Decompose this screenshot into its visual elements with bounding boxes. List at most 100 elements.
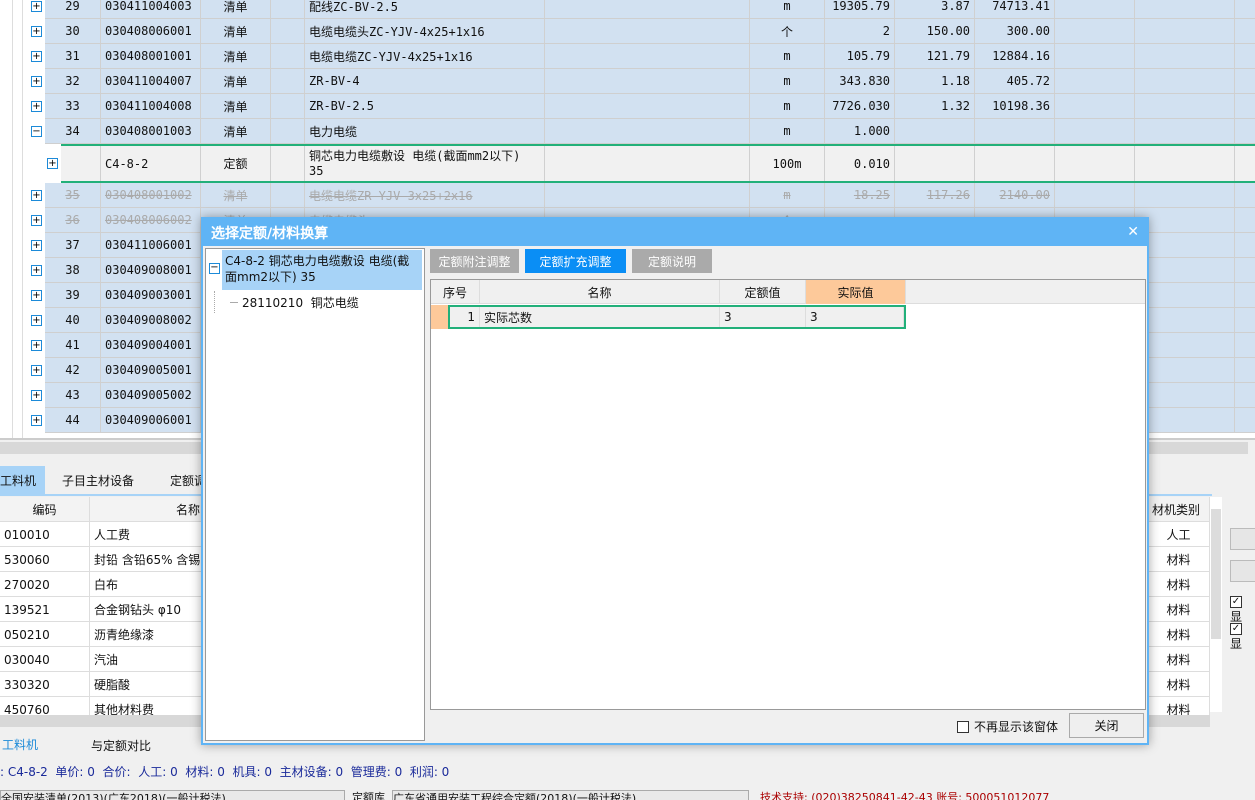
cell-price bbox=[895, 119, 975, 143]
table-row[interactable]: 35 030408001002 清单 电缆电缆ZR-YJV-3x25+2x16 m 18.… bbox=[45, 183, 1255, 208]
cell-blank bbox=[271, 119, 305, 143]
table-row[interactable]: 1 实际芯数 3 3 bbox=[448, 305, 906, 329]
cell-code: 030411004003 bbox=[101, 0, 201, 18]
expand-icon[interactable]: + bbox=[31, 189, 42, 201]
cell-x2 bbox=[1135, 208, 1235, 232]
cell-x2 bbox=[1135, 19, 1235, 43]
header-code: 编码 bbox=[0, 497, 90, 522]
cell-name: 配线ZC-BV-2.5 bbox=[305, 0, 545, 18]
header-quota-value: 定额值 bbox=[720, 280, 806, 304]
cell-blank2 bbox=[545, 0, 750, 18]
header-actual-value: 实际值 bbox=[806, 280, 906, 304]
header-name: 名称 bbox=[90, 497, 205, 522]
table-row[interactable]: 31 030408001001 清单 电缆电缆ZC-YJV-4x25+1x16 m 105… bbox=[45, 44, 1255, 69]
table-row[interactable]: 34 030408001003 清单 电力电缆 m 1.000 bbox=[45, 119, 1255, 144]
note-adjust-button[interactable]: 定额附注调整 bbox=[430, 249, 519, 273]
cell-total: 405.72 bbox=[975, 69, 1055, 93]
expand-icon[interactable]: + bbox=[31, 314, 42, 326]
subtab-compare[interactable]: 与定额对比 bbox=[91, 737, 151, 754]
cell-qty: 0.010 bbox=[825, 146, 895, 181]
expand-icon[interactable]: + bbox=[31, 389, 42, 401]
table-row[interactable]: 30 030408006001 清单 电缆电缆头ZC-YJV-4x25+1x16 个 2 1… bbox=[45, 19, 1255, 44]
expand-icon[interactable]: + bbox=[31, 239, 42, 251]
cell-seq: 32 bbox=[45, 69, 101, 93]
header-name: 名称 bbox=[480, 280, 720, 304]
expand-icon[interactable]: + bbox=[31, 214, 42, 226]
table-row[interactable]: C4-8-2 定额 铜芯电力电缆敷设 电缆(截面mm2以下) 35 100m 0.010 bbox=[61, 144, 1255, 183]
table-row[interactable]: 33 030411004008 清单 ZR-BV-2.5 m 7726.030 1.32 10… bbox=[45, 94, 1255, 119]
row-name: 实际芯数 bbox=[480, 307, 720, 327]
cell-unit: m bbox=[750, 94, 825, 118]
extend-adjust-button[interactable]: 定额扩充调整 bbox=[525, 249, 626, 273]
row-quota-value: 3 bbox=[720, 307, 806, 327]
cell-type: 清单 bbox=[201, 44, 271, 68]
cell-blank2 bbox=[545, 19, 750, 43]
quota-tree: − C4-8-2 铜芯电力电缆敷设 电缆(截面mm2以下) 35 2811021… bbox=[205, 248, 425, 741]
cell-price: 1.18 bbox=[895, 69, 975, 93]
dialog-titlebar[interactable]: 选择定额/材料换算 ✕ bbox=[203, 219, 1147, 246]
cell-cat: 材料 bbox=[1148, 597, 1210, 622]
collapse-icon[interactable]: − bbox=[31, 125, 42, 137]
checkbox-icon[interactable]: ✓ bbox=[1230, 623, 1242, 635]
vertical-scrollbar[interactable] bbox=[1210, 497, 1222, 712]
cell-code: C4-8-2 bbox=[101, 146, 201, 181]
cell-type: 清单 bbox=[201, 0, 271, 18]
table-row[interactable]: 32 030411004007 清单 ZR-BV-4 m 343.830 1.18 405.7… bbox=[45, 69, 1255, 94]
cell-unit: m bbox=[750, 0, 825, 18]
cell-name: 铜芯电力电缆敷设 电缆(截面mm2以下) 35 bbox=[305, 146, 545, 181]
price-status: : C4-8-2 单价: 0 合价: 人工: 0 材料: 0 机具: 0 主材设… bbox=[0, 765, 450, 779]
checkbox-icon[interactable]: ✓ bbox=[1230, 596, 1242, 608]
expand-icon[interactable]: + bbox=[31, 289, 42, 301]
expand-icon[interactable]: + bbox=[31, 414, 42, 426]
cell-price: 1.32 bbox=[895, 94, 975, 118]
cell-seq: 39 bbox=[45, 283, 101, 307]
list-library-select[interactable]: 全国安装清单(2013)(广东2018)(一般计税法) bbox=[0, 790, 345, 800]
side-button-1[interactable] bbox=[1230, 528, 1255, 550]
show-option-2[interactable]: ✓ 显 bbox=[1230, 620, 1255, 652]
cell-type: 清单 bbox=[201, 94, 271, 118]
dont-show-option[interactable]: 不再显示该窗体 bbox=[957, 718, 1058, 735]
collapse-icon[interactable]: − bbox=[209, 263, 220, 274]
tab-main-material-equipment[interactable]: 子目主材设备 bbox=[54, 466, 142, 495]
table-row[interactable]: 29 030411004003 清单 配线ZC-BV-2.5 m 19305.79 3.87… bbox=[45, 0, 1255, 19]
cell-seq: 41 bbox=[45, 333, 101, 357]
tree-node-material[interactable]: 28110210 铜芯电缆 bbox=[242, 294, 359, 311]
expand-icon[interactable]: + bbox=[31, 75, 42, 87]
subtab-labor[interactable]: 工料机 bbox=[2, 736, 38, 753]
quota-library-select[interactable]: 广东省通用安装工程综合定额(2018)(一般计税法) bbox=[392, 790, 749, 800]
expand-icon[interactable]: + bbox=[47, 157, 58, 169]
cell-total bbox=[975, 119, 1055, 143]
expand-icon[interactable]: + bbox=[31, 25, 42, 37]
row-actual-value[interactable]: 3 bbox=[806, 307, 904, 327]
tree-node-quota[interactable]: C4-8-2 铜芯电力电缆敷设 电缆(截面mm2以下) 35 bbox=[222, 250, 422, 290]
cell-name: 电力电缆 bbox=[305, 119, 545, 143]
cell-name: 电缆电缆头ZC-YJV-4x25+1x16 bbox=[305, 19, 545, 43]
cell-blank bbox=[271, 69, 305, 93]
cell-cat: 材料 bbox=[1148, 672, 1210, 697]
cell-name: 电缆电缆ZC-YJV-4x25+1x16 bbox=[305, 44, 545, 68]
cell-x2 bbox=[1135, 283, 1235, 307]
cell-x2 bbox=[1135, 44, 1235, 68]
cell-unit: m bbox=[750, 183, 825, 207]
cell-unit: m bbox=[750, 44, 825, 68]
cell-cat: 材料 bbox=[1148, 572, 1210, 597]
cell-x2 bbox=[1135, 383, 1235, 407]
cell-seq: 34 bbox=[45, 119, 101, 143]
expand-icon[interactable]: + bbox=[31, 0, 42, 12]
cell-total: 12884.16 bbox=[975, 44, 1055, 68]
side-button-2[interactable] bbox=[1230, 560, 1255, 582]
expand-icon[interactable]: + bbox=[31, 339, 42, 351]
close-button[interactable]: 关闭 bbox=[1069, 713, 1144, 738]
expand-icon[interactable]: + bbox=[31, 264, 42, 276]
cell-blank bbox=[271, 94, 305, 118]
expand-icon[interactable]: + bbox=[31, 364, 42, 376]
expand-icon[interactable]: + bbox=[31, 100, 42, 112]
close-icon[interactable]: ✕ bbox=[1127, 224, 1139, 240]
cell-blank bbox=[271, 146, 305, 181]
cell-seq: 43 bbox=[45, 383, 101, 407]
tab-labor-material-machine[interactable]: 工料机 bbox=[0, 466, 45, 495]
checkbox-icon[interactable] bbox=[957, 720, 969, 733]
cell-qty: 18.25 bbox=[825, 183, 895, 207]
expand-icon[interactable]: + bbox=[31, 50, 42, 62]
quota-description-button[interactable]: 定额说明 bbox=[632, 249, 712, 273]
